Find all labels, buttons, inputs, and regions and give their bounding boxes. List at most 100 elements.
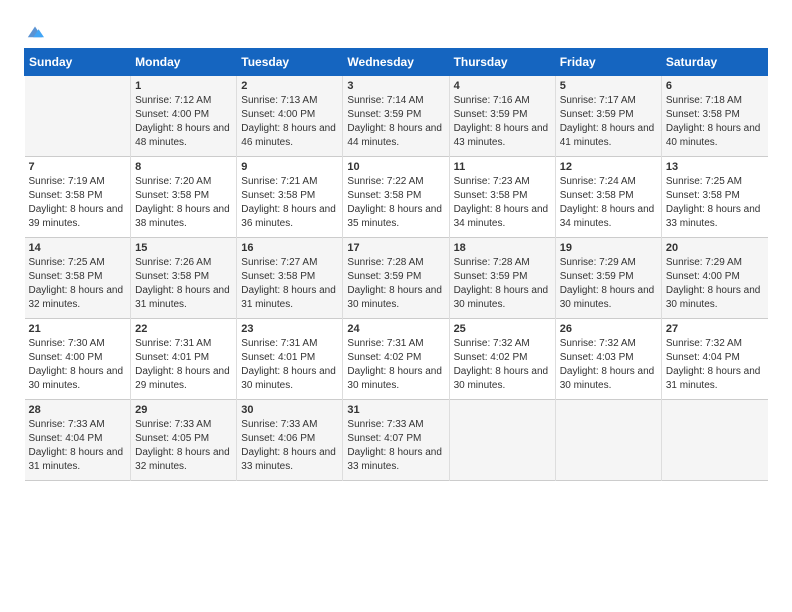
calendar-cell: 4Sunrise: 7:16 AM Sunset: 3:59 PM Daylig…	[449, 76, 555, 157]
weekday-header-row: SundayMondayTuesdayWednesdayThursdayFrid…	[25, 49, 768, 76]
calendar-week-1: 1 Sunrise: 7:12 AM Sunset: 4:00 PM Daylig…	[25, 76, 768, 157]
day-number: 15	[135, 242, 232, 254]
calendar-cell: 17 Sunrise: 7:28 AM Sunset: 3:59 PM Dayli…	[343, 238, 449, 319]
day-number: 18	[454, 242, 551, 254]
calendar-cell: 2 Sunrise: 7:13 AM Sunset: 4:00 PM Daylig…	[237, 76, 343, 157]
calendar-cell: 15Sunrise: 7:26 AM Sunset: 3:58 PM Dayli…	[131, 238, 237, 319]
day-info: Sunrise: 7:24 AM Sunset: 3:58 PM Dayligh…	[560, 175, 657, 231]
day-info: Sunrise: 7:32 AM Sunset: 4:03 PM Dayligh…	[560, 337, 657, 393]
day-number: 22	[135, 323, 232, 335]
day-info: Sunrise: 7:13 AM Sunset: 4:00 PM Dayligh…	[241, 94, 338, 150]
calendar-cell: 22 Sunrise: 7:31 AM Sunset: 4:01 PM Dayli…	[131, 319, 237, 400]
day-number: 20	[666, 242, 764, 254]
day-number: 21	[29, 323, 127, 335]
calendar-week-5: 28 Sunrise: 7:33 AM Sunset: 4:04 PM Dayli…	[25, 400, 768, 481]
day-number: 31	[347, 404, 444, 416]
calendar-cell: 27 Sunrise: 7:32 AM Sunset: 4:04 PM Dayli…	[661, 319, 767, 400]
day-info: Sunrise: 7:33 AM Sunset: 4:04 PM Dayligh…	[29, 418, 127, 474]
day-info: Sunrise: 7:28 AM Sunset: 3:59 PM Dayligh…	[454, 256, 551, 312]
calendar-cell: 23 Sunrise: 7:31 AM Sunset: 4:01 PM Dayli…	[237, 319, 343, 400]
day-number: 17	[347, 242, 444, 254]
weekday-friday: Friday	[555, 49, 661, 76]
calendar-cell: 11Sunrise: 7:23 AM Sunset: 3:58 PM Dayli…	[449, 157, 555, 238]
calendar-cell	[555, 400, 661, 481]
weekday-monday: Monday	[131, 49, 237, 76]
day-info: Sunrise: 7:27 AM Sunset: 3:58 PM Dayligh…	[241, 256, 338, 312]
weekday-tuesday: Tuesday	[237, 49, 343, 76]
calendar-cell: 10 Sunrise: 7:22 AM Sunset: 3:58 PM Dayli…	[343, 157, 449, 238]
day-number: 11	[454, 161, 551, 173]
calendar-cell: 14 Sunrise: 7:25 AM Sunset: 3:58 PM Dayli…	[25, 238, 131, 319]
logo-icon	[26, 24, 44, 38]
day-info: Sunrise: 7:20 AM Sunset: 3:58 PM Dayligh…	[135, 175, 232, 231]
day-info: Sunrise: 7:12 AM Sunset: 4:00 PM Dayligh…	[135, 94, 232, 150]
calendar-cell: 19Sunrise: 7:29 AM Sunset: 3:59 PM Dayli…	[555, 238, 661, 319]
day-number: 30	[241, 404, 338, 416]
calendar-header: SundayMondayTuesdayWednesdayThursdayFrid…	[25, 49, 768, 76]
day-number: 2	[241, 80, 338, 92]
day-number: 19	[560, 242, 657, 254]
calendar-cell: 26 Sunrise: 7:32 AM Sunset: 4:03 PM Dayli…	[555, 319, 661, 400]
weekday-saturday: Saturday	[661, 49, 767, 76]
day-info: Sunrise: 7:29 AM Sunset: 4:00 PM Dayligh…	[666, 256, 764, 312]
calendar-cell: 1 Sunrise: 7:12 AM Sunset: 4:00 PM Daylig…	[131, 76, 237, 157]
calendar-cell: 18 Sunrise: 7:28 AM Sunset: 3:59 PM Dayli…	[449, 238, 555, 319]
day-info: Sunrise: 7:16 AM Sunset: 3:59 PM Dayligh…	[454, 94, 551, 150]
day-number: 16	[241, 242, 338, 254]
day-number: 5	[560, 80, 657, 92]
calendar-cell: 7Sunrise: 7:19 AM Sunset: 3:58 PM Daylig…	[25, 157, 131, 238]
calendar-cell: 30 Sunrise: 7:33 AM Sunset: 4:06 PM Dayli…	[237, 400, 343, 481]
day-info: Sunrise: 7:32 AM Sunset: 4:04 PM Dayligh…	[666, 337, 764, 393]
calendar-cell: 16 Sunrise: 7:27 AM Sunset: 3:58 PM Dayli…	[237, 238, 343, 319]
calendar-cell	[25, 76, 131, 157]
day-info: Sunrise: 7:31 AM Sunset: 4:02 PM Dayligh…	[347, 337, 444, 393]
calendar-body: 1 Sunrise: 7:12 AM Sunset: 4:00 PM Daylig…	[25, 76, 768, 481]
day-number: 25	[454, 323, 551, 335]
day-number: 3	[347, 80, 444, 92]
day-info: Sunrise: 7:25 AM Sunset: 3:58 PM Dayligh…	[666, 175, 764, 231]
calendar-cell: 25 Sunrise: 7:32 AM Sunset: 4:02 PM Dayli…	[449, 319, 555, 400]
calendar-cell	[449, 400, 555, 481]
day-info: Sunrise: 7:33 AM Sunset: 4:05 PM Dayligh…	[135, 418, 232, 474]
day-number: 7	[29, 161, 127, 173]
day-info: Sunrise: 7:28 AM Sunset: 3:59 PM Dayligh…	[347, 256, 444, 312]
day-number: 12	[560, 161, 657, 173]
day-info: Sunrise: 7:33 AM Sunset: 4:07 PM Dayligh…	[347, 418, 444, 474]
day-info: Sunrise: 7:25 AM Sunset: 3:58 PM Dayligh…	[29, 256, 127, 312]
calendar-cell: 5 Sunrise: 7:17 AM Sunset: 3:59 PM Daylig…	[555, 76, 661, 157]
day-number: 10	[347, 161, 444, 173]
calendar-cell: 13 Sunrise: 7:25 AM Sunset: 3:58 PM Dayli…	[661, 157, 767, 238]
calendar-week-3: 14 Sunrise: 7:25 AM Sunset: 3:58 PM Dayli…	[25, 238, 768, 319]
day-info: Sunrise: 7:30 AM Sunset: 4:00 PM Dayligh…	[29, 337, 127, 393]
day-info: Sunrise: 7:33 AM Sunset: 4:06 PM Dayligh…	[241, 418, 338, 474]
day-info: Sunrise: 7:31 AM Sunset: 4:01 PM Dayligh…	[241, 337, 338, 393]
page-header	[24, 20, 768, 38]
day-number: 27	[666, 323, 764, 335]
calendar-week-4: 21 Sunrise: 7:30 AM Sunset: 4:00 PM Dayli…	[25, 319, 768, 400]
calendar-cell: 6Sunrise: 7:18 AM Sunset: 3:58 PM Daylig…	[661, 76, 767, 157]
calendar-cell: 24 Sunrise: 7:31 AM Sunset: 4:02 PM Dayli…	[343, 319, 449, 400]
day-number: 13	[666, 161, 764, 173]
calendar-table: SundayMondayTuesdayWednesdayThursdayFrid…	[24, 48, 768, 481]
day-number: 28	[29, 404, 127, 416]
day-number: 26	[560, 323, 657, 335]
day-number: 24	[347, 323, 444, 335]
day-number: 9	[241, 161, 338, 173]
day-info: Sunrise: 7:31 AM Sunset: 4:01 PM Dayligh…	[135, 337, 232, 393]
day-number: 14	[29, 242, 127, 254]
day-info: Sunrise: 7:18 AM Sunset: 3:58 PM Dayligh…	[666, 94, 764, 150]
day-info: Sunrise: 7:22 AM Sunset: 3:58 PM Dayligh…	[347, 175, 444, 231]
calendar-cell: 9 Sunrise: 7:21 AM Sunset: 3:58 PM Daylig…	[237, 157, 343, 238]
day-info: Sunrise: 7:32 AM Sunset: 4:02 PM Dayligh…	[454, 337, 551, 393]
day-number: 23	[241, 323, 338, 335]
logo	[24, 24, 44, 38]
weekday-sunday: Sunday	[25, 49, 131, 76]
calendar-cell: 31 Sunrise: 7:33 AM Sunset: 4:07 PM Dayli…	[343, 400, 449, 481]
day-number: 8	[135, 161, 232, 173]
day-number: 1	[135, 80, 232, 92]
day-info: Sunrise: 7:21 AM Sunset: 3:58 PM Dayligh…	[241, 175, 338, 231]
calendar-cell: 12 Sunrise: 7:24 AM Sunset: 3:58 PM Dayli…	[555, 157, 661, 238]
calendar-cell: 21 Sunrise: 7:30 AM Sunset: 4:00 PM Dayli…	[25, 319, 131, 400]
day-number: 29	[135, 404, 232, 416]
day-info: Sunrise: 7:17 AM Sunset: 3:59 PM Dayligh…	[560, 94, 657, 150]
